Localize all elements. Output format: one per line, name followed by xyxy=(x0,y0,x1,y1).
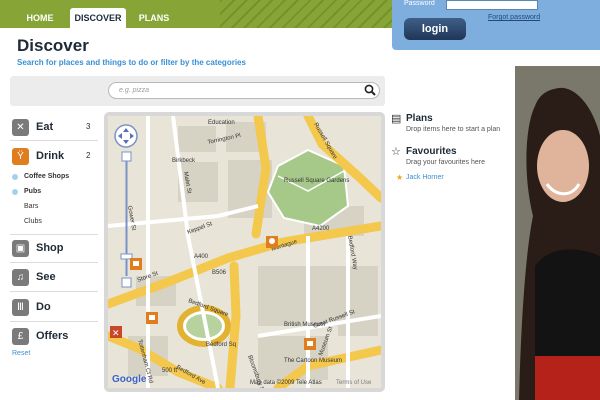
svg-text:✕: ✕ xyxy=(112,328,120,338)
map-label: Birkbeck xyxy=(172,158,196,164)
category-label: Shop xyxy=(36,242,64,254)
category-label: Eat xyxy=(36,121,54,133)
map-marker[interactable]: ✕ xyxy=(110,326,122,338)
profile-photo xyxy=(515,66,600,400)
fork-knife-icon: ✕ xyxy=(12,119,29,136)
map-scale-label: 500 ft xyxy=(162,368,177,374)
plans-hint: Drop items here to start a plan xyxy=(406,126,501,133)
favourites-hint: Drag your favourites here xyxy=(406,159,485,166)
reset-link[interactable]: Reset xyxy=(12,350,30,357)
subcategory-pubs[interactable]: Pubs xyxy=(24,188,41,195)
selected-dot xyxy=(12,174,18,180)
page: HOME DISCOVER PLANS Password Forgot pass… xyxy=(0,0,600,400)
favourites-title: Favourites xyxy=(406,146,457,157)
map-marker[interactable] xyxy=(304,338,316,350)
map-copyright: Map data ©2009 Tele Atlas xyxy=(250,379,322,386)
map-label: B506 xyxy=(212,270,227,276)
favourite-item[interactable]: Jack Horner xyxy=(406,174,444,181)
map-marker[interactable] xyxy=(266,236,278,248)
map-label: A400 xyxy=(194,254,209,260)
search-input[interactable]: e.g. pizza xyxy=(108,82,380,99)
category-label: Drink xyxy=(36,150,65,162)
category-offers[interactable]: £ Offers xyxy=(10,326,98,348)
map-label: British Museum xyxy=(284,322,325,328)
divider xyxy=(10,291,98,292)
map[interactable]: Education Birkbeck Russell Square Garden… xyxy=(108,116,381,388)
pound-icon: £ xyxy=(12,328,29,345)
subcategory-coffee-shops[interactable]: Coffee Shops xyxy=(24,173,69,180)
map-label: A4200 xyxy=(312,226,330,232)
map-label: Russell Square Gardens xyxy=(284,178,349,184)
star-outline-icon: ☆ xyxy=(391,146,401,158)
map-label: Education xyxy=(208,120,235,126)
category-label: See xyxy=(36,271,56,283)
map-label: The Cartoon Museum xyxy=(284,358,342,364)
category-see[interactable]: ♫ See xyxy=(10,267,98,289)
category-do[interactable]: Ⅲ Do xyxy=(10,297,98,319)
nav-pattern xyxy=(220,0,400,28)
selected-dot xyxy=(12,189,18,195)
bag-icon: ▣ xyxy=(12,240,29,257)
subcategory-clubs[interactable]: Clubs xyxy=(24,218,42,225)
google-logo: Google xyxy=(112,374,147,385)
star-icon: ★ xyxy=(396,173,404,182)
category-shop[interactable]: ▣ Shop xyxy=(10,238,98,260)
page-title: Discover xyxy=(17,36,89,55)
plans-title: Plans xyxy=(406,113,433,124)
login-panel: Password Forgot password login xyxy=(392,0,600,50)
tab-home[interactable]: HOME xyxy=(18,8,62,28)
category-drink[interactable]: Ÿ Drink 2 xyxy=(10,146,98,168)
divider xyxy=(10,321,98,322)
divider xyxy=(10,262,98,263)
password-input[interactable] xyxy=(446,0,538,10)
page-subtitle: Search for places and things to do or fi… xyxy=(17,58,246,67)
tab-discover[interactable]: DISCOVER xyxy=(70,8,126,28)
category-label: Do xyxy=(36,301,51,313)
category-eat[interactable]: ✕ Eat 3 xyxy=(10,117,98,139)
category-count: 2 xyxy=(86,151,91,160)
category-label: Offers xyxy=(36,330,69,342)
category-count: 3 xyxy=(86,122,91,131)
search-icon[interactable] xyxy=(364,84,376,96)
forgot-password-link[interactable]: Forgot password xyxy=(488,14,540,21)
map-terms-link[interactable]: Terms of Use xyxy=(336,380,372,386)
map-marker[interactable] xyxy=(130,258,142,270)
columns-icon: Ⅲ xyxy=(12,299,29,316)
tab-plans[interactable]: PLANS xyxy=(136,8,172,28)
divider xyxy=(10,140,98,141)
subcategory-bars[interactable]: Bars xyxy=(24,203,38,210)
document-icon: ▤ xyxy=(391,113,402,125)
login-button[interactable]: login xyxy=(404,18,466,40)
music-note-icon: ♫ xyxy=(12,269,29,286)
password-label: Password xyxy=(404,0,435,7)
map-marker[interactable] xyxy=(146,312,158,324)
divider xyxy=(10,234,98,235)
glass-icon: Ÿ xyxy=(12,148,29,165)
map-label: Bedford Sq xyxy=(206,342,236,348)
